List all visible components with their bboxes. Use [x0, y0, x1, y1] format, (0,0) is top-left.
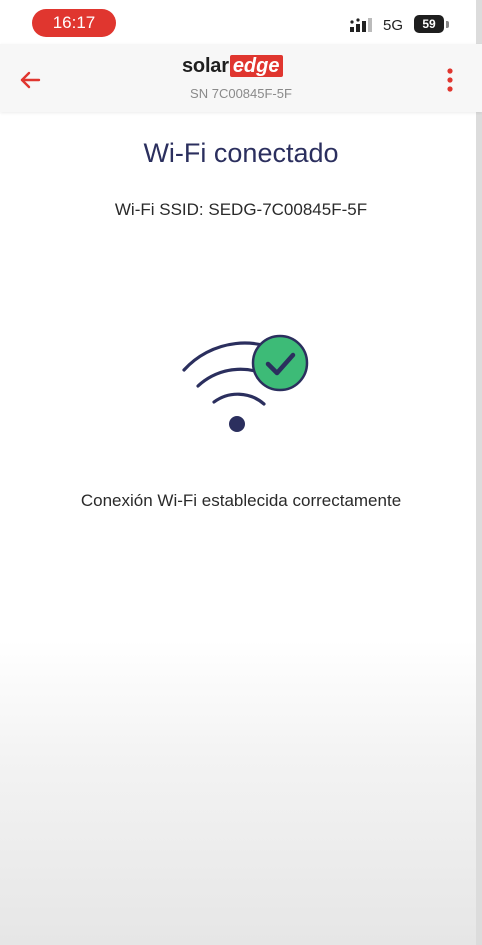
solaredge-logo: solar edge [182, 53, 283, 79]
app-header: solar edge SN 7C00845F-5F [0, 44, 482, 112]
success-message: Conexión Wi-Fi establecida correctamente [80, 491, 402, 510]
signal-icon [350, 18, 372, 32]
serial-number: SN 7C00845F-5F [190, 86, 292, 101]
more-vertical-icon[interactable] [438, 64, 462, 96]
logo-edge-text: edge [229, 55, 283, 77]
network-type: 5G [383, 17, 404, 34]
logo-solar-text: solar [182, 54, 229, 77]
wifi-connected-check-icon [182, 334, 309, 432]
status-bar: 16:17 5G 59 [0, 0, 482, 44]
status-time: 16:17 [32, 9, 116, 37]
page-title: Wi-Fi conectado [143, 138, 339, 168]
battery-tip [446, 21, 449, 28]
battery-icon: 59 [414, 15, 444, 33]
wifi-ssid: Wi-Fi SSID: SEDG-7C00845F-5F [114, 200, 368, 219]
